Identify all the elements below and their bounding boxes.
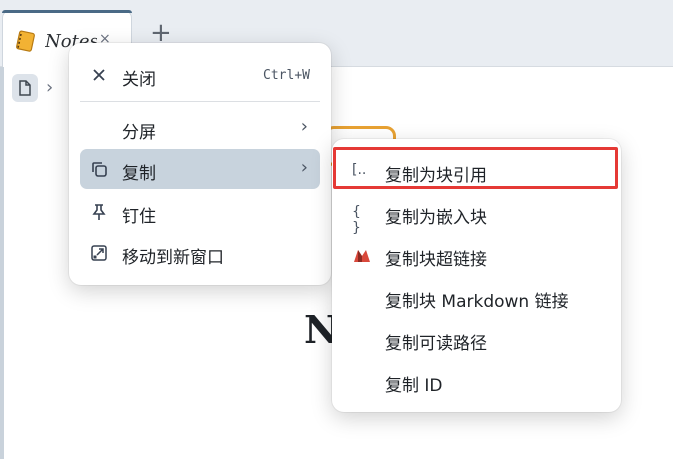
- open-in-window-icon: [91, 245, 107, 261]
- submenu-item-label: 复制为嵌入块: [385, 208, 487, 228]
- notebook-icon: [16, 30, 35, 52]
- menu-divider: [80, 101, 320, 102]
- chevron-right-icon: ›: [300, 116, 308, 137]
- menu-item-label: 复制: [122, 164, 156, 184]
- submenu-item-label: 复制 ID: [385, 376, 443, 396]
- shortcut-label: Ctrl+W: [263, 68, 310, 83]
- chevron-right-icon: ›: [300, 157, 308, 178]
- menu-item-copy[interactable]: 复制 ›: [80, 149, 320, 189]
- submenu-item-label: 复制块 Markdown 链接: [385, 292, 569, 312]
- menu-item-pin[interactable]: 钉住: [80, 192, 320, 232]
- menu-item-move-to-new-window[interactable]: 移动到新窗口: [80, 233, 320, 273]
- submenu-item-copy-hyperlink[interactable]: 复制块超链接: [332, 235, 621, 275]
- menu-item-label: 移动到新窗口: [122, 248, 224, 268]
- menu-item-label: 分屏: [122, 123, 156, 143]
- pin-icon: [92, 204, 106, 220]
- tab-active-indicator: [2, 10, 132, 13]
- left-rail: [0, 67, 4, 459]
- submenu-item-label: 复制可读路径: [385, 334, 487, 354]
- tab-context-menu: 关闭 Ctrl+W 分屏 › 复制 › 钉住 移动到新窗口: [69, 43, 331, 285]
- submenu-item-copy-markdown-link[interactable]: 复制块 Markdown 链接: [332, 277, 621, 317]
- breadcrumb-document-icon[interactable]: [12, 74, 38, 102]
- submenu-item-copy-readable-path[interactable]: 复制可读路径: [332, 319, 621, 359]
- menu-item-close[interactable]: 关闭 Ctrl+W: [80, 55, 320, 95]
- menu-item-label: 钉住: [122, 207, 156, 227]
- highlight-annotation: [333, 147, 618, 189]
- menu-item-split[interactable]: 分屏 ›: [80, 108, 320, 148]
- menu-item-label: 关闭: [122, 70, 156, 90]
- new-tab-button[interactable]: +: [150, 20, 172, 46]
- hyperlink-logo-icon: [354, 250, 370, 262]
- breadcrumb-chevron-icon: ›: [46, 77, 54, 98]
- close-icon: [93, 69, 105, 81]
- submenu-item-copy-embed[interactable]: { } 复制为嵌入块: [332, 193, 621, 236]
- embed-icon: { }: [352, 204, 361, 236]
- copy-icon: [92, 162, 107, 177]
- submenu-item-label: 复制块超链接: [385, 250, 487, 270]
- submenu-item-copy-id[interactable]: 复制 ID: [332, 361, 621, 401]
